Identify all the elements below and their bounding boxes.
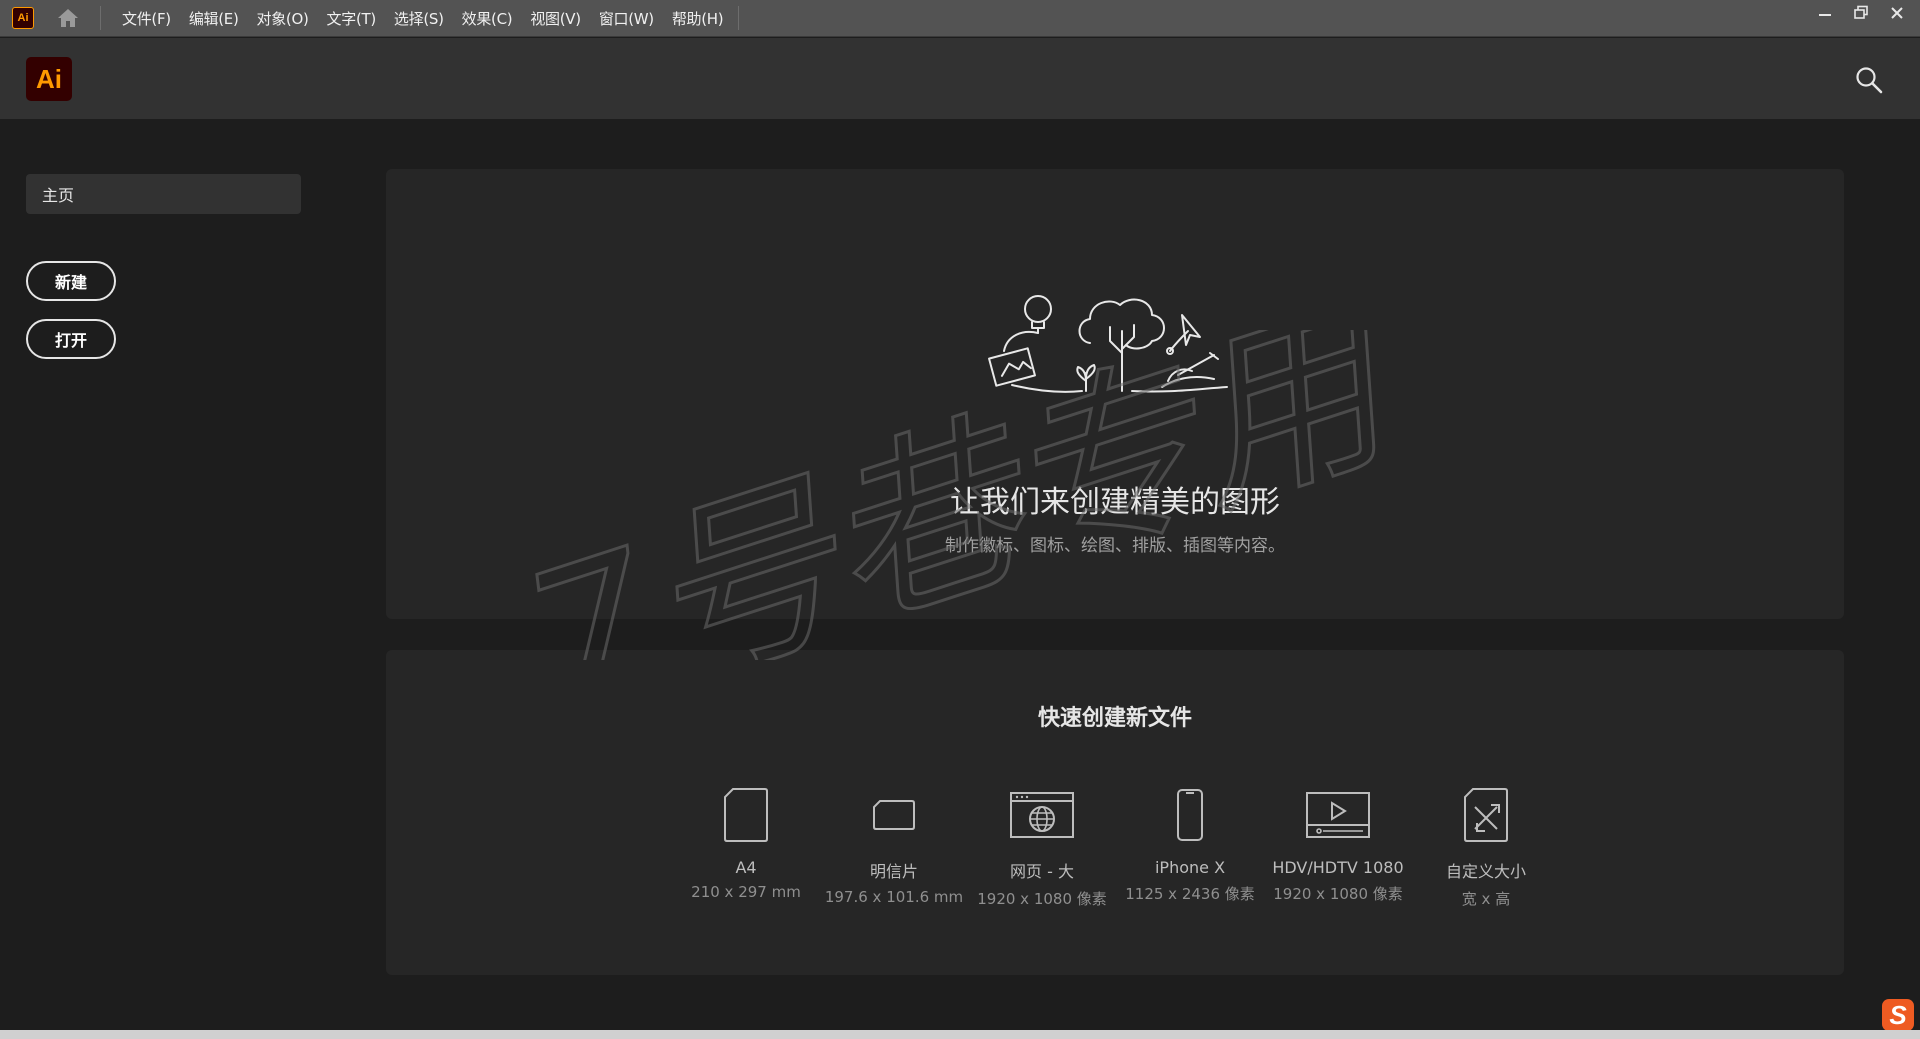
- hero-panel: 让我们来创建精美的图形 制作徽标、图标、绘图、排版、插图等内容。: [386, 169, 1844, 619]
- quick-create-panel: 快速创建新文件 A4 210 x 297 mm 明信片 197.6 x 101.…: [386, 650, 1844, 975]
- close-icon: [1891, 7, 1903, 19]
- open-button[interactable]: 打开: [26, 319, 116, 359]
- menu-effect[interactable]: 效果(C): [453, 8, 522, 29]
- hero-subtitle: 制作徽标、图标、绘图、排版、插图等内容。: [945, 536, 1285, 556]
- close-button[interactable]: [1886, 4, 1908, 22]
- restore-button[interactable]: [1850, 4, 1872, 22]
- menu-divider: [738, 6, 740, 30]
- menu-edit[interactable]: 编辑(E): [180, 8, 248, 29]
- preset-name: HDV/HDTV 1080: [1272, 858, 1404, 877]
- minimize-button[interactable]: [1814, 4, 1836, 22]
- menu-bar: Ai 文件(F) 编辑(E) 对象(O) 文字(T) 选择(S) 效果(C) 视…: [0, 0, 1920, 37]
- new-button[interactable]: 新建: [26, 261, 116, 301]
- preset-hdtv[interactable]: HDV/HDTV 1080 1920 x 1080 像素: [1264, 780, 1412, 930]
- hero-title: 让我们来创建精美的图形: [950, 485, 1280, 520]
- window-controls: [1814, 4, 1908, 22]
- phone-icon: [1177, 789, 1203, 841]
- preset-size: 1125 x 2436 像素: [1125, 885, 1255, 903]
- menu-select[interactable]: 选择(S): [385, 8, 453, 29]
- menu-view[interactable]: 视图(V): [521, 8, 589, 29]
- quick-create-title: 快速创建新文件: [1037, 706, 1192, 731]
- document-icon: [724, 788, 768, 842]
- preset-a4[interactable]: A4 210 x 297 mm: [672, 780, 820, 930]
- ime-badge[interactable]: S: [1882, 999, 1914, 1031]
- web-page-icon: [1010, 792, 1074, 838]
- preset-name: iPhone X: [1154, 858, 1226, 877]
- preset-size: 宽 x 高: [1461, 890, 1511, 908]
- preset-name: 网页 - 大: [1010, 862, 1074, 881]
- sidebar-item-home[interactable]: 主页: [26, 174, 301, 214]
- menu-object[interactable]: 对象(O): [248, 8, 318, 29]
- preset-web-large[interactable]: 网页 - 大 1920 x 1080 像素: [968, 780, 1116, 930]
- menu-help[interactable]: 帮助(H): [663, 8, 732, 29]
- search-icon: [1856, 67, 1883, 94]
- preset-size: 210 x 297 mm: [691, 883, 801, 901]
- preset-size: 1920 x 1080 像素: [1273, 885, 1403, 903]
- hero-illustration: [988, 295, 1228, 393]
- home-icon: [58, 9, 78, 27]
- menu-type[interactable]: 文字(T): [318, 8, 385, 29]
- preset-name: 明信片: [869, 862, 918, 881]
- restore-icon: [1854, 5, 1868, 19]
- preset-postcard[interactable]: 明信片 197.6 x 101.6 mm: [820, 780, 968, 930]
- preset-custom-size[interactable]: 自定义大小 宽 x 高: [1412, 780, 1560, 930]
- taskbar-strip: [0, 1030, 1920, 1039]
- preset-iphone-x[interactable]: iPhone X 1125 x 2436 像素: [1116, 780, 1264, 930]
- custom-size-icon: [1464, 788, 1508, 842]
- menu-window[interactable]: 窗口(W): [590, 8, 663, 29]
- preset-size: 197.6 x 101.6 mm: [824, 888, 964, 906]
- preset-size: 1920 x 1080 像素: [977, 890, 1107, 908]
- app-mini-logo[interactable]: Ai: [12, 7, 34, 29]
- home-button[interactable]: [54, 4, 82, 32]
- minimize-icon: [1819, 14, 1831, 16]
- postcard-icon: [873, 800, 915, 830]
- video-icon: [1306, 792, 1370, 838]
- app-logo: Ai: [26, 57, 72, 101]
- search-button[interactable]: [1854, 65, 1884, 95]
- preset-name: 自定义大小: [1445, 862, 1526, 881]
- app-header: Ai: [0, 38, 1920, 119]
- menu-divider: [100, 6, 101, 30]
- menu-file[interactable]: 文件(F): [113, 8, 180, 29]
- preset-name: A4: [735, 858, 757, 877]
